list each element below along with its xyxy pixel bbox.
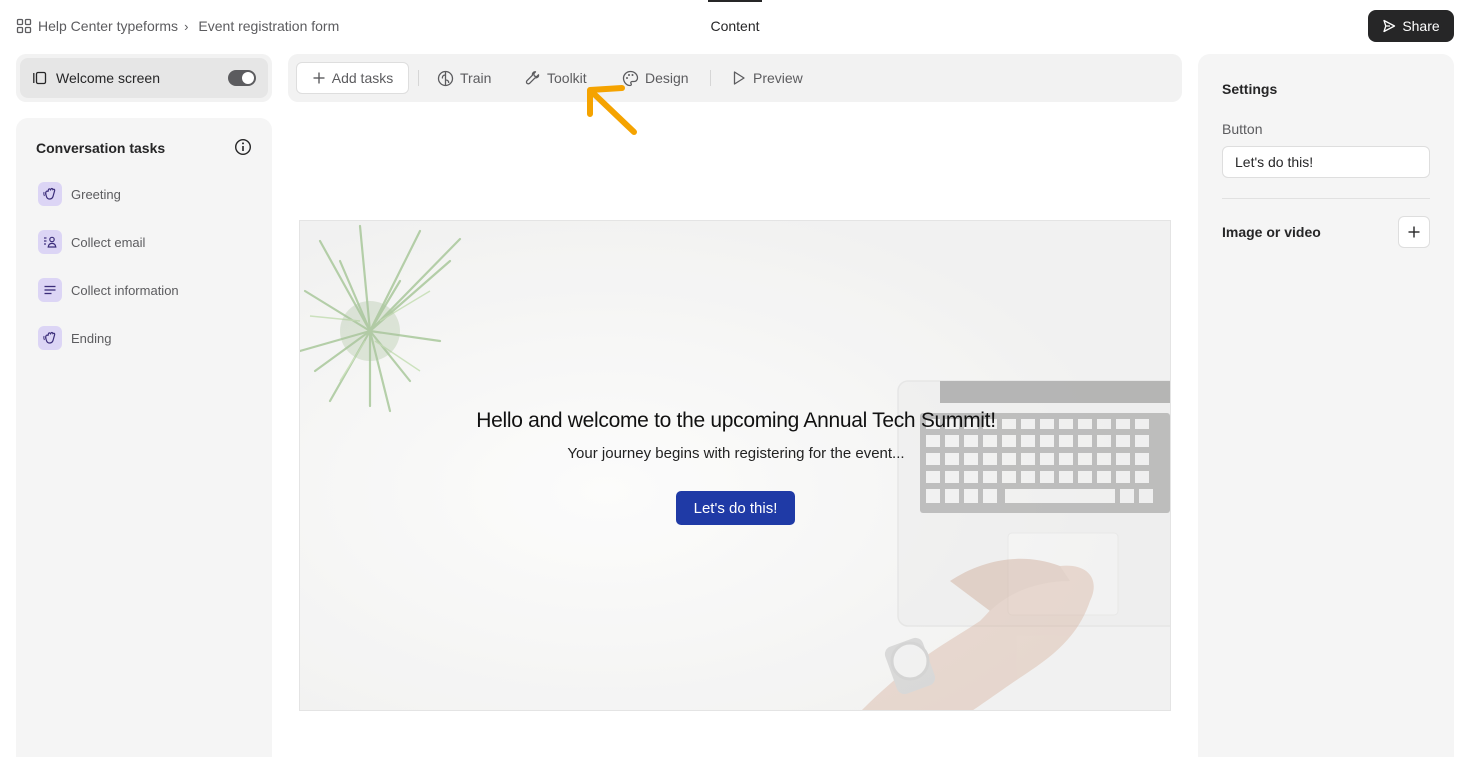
task-item-label: Greeting xyxy=(71,186,121,202)
contact-card-icon xyxy=(38,230,62,254)
wave-hand-icon xyxy=(38,182,62,206)
lines-icon xyxy=(38,278,62,302)
design-label: Design xyxy=(645,70,689,86)
grid-icon xyxy=(16,18,32,34)
toolbar-divider xyxy=(710,70,711,86)
task-item-collect-information[interactable]: Collect information xyxy=(38,277,179,303)
task-item-label: Ending xyxy=(71,330,112,346)
background-photo xyxy=(300,221,1170,710)
welcome-start-button[interactable]: Let's do this! xyxy=(676,491,795,525)
chevron-right-icon: › xyxy=(184,18,189,34)
settings-divider xyxy=(1222,198,1430,199)
welcome-screen-icon xyxy=(33,71,47,85)
train-button[interactable]: Train xyxy=(437,62,491,94)
share-label: Share xyxy=(1402,18,1440,34)
welcome-screen-toggle[interactable] xyxy=(228,70,256,86)
image-or-video-label: Image or video xyxy=(1222,224,1321,240)
plus-icon xyxy=(1408,226,1420,238)
welcome-title: Hello and welcome to the upcoming Annual… xyxy=(476,409,996,432)
button-text-input[interactable] xyxy=(1222,146,1430,178)
task-item-greeting[interactable]: Greeting xyxy=(38,181,121,207)
plus-icon xyxy=(313,72,325,84)
conversation-tasks-panel: Conversation tasks Greeting Collect emai… xyxy=(16,118,272,757)
preview-label: Preview xyxy=(753,70,803,86)
task-item-label: Collect information xyxy=(71,282,179,298)
breadcrumb: Help Center typeforms › Event registrati… xyxy=(16,16,339,36)
add-media-button[interactable] xyxy=(1398,216,1430,248)
task-item-label: Collect email xyxy=(71,234,146,250)
share-button[interactable]: Share xyxy=(1368,10,1454,42)
toolbar-divider xyxy=(418,70,419,86)
brain-icon xyxy=(437,70,454,86)
add-tasks-label: Add tasks xyxy=(331,70,394,86)
preview-button[interactable]: Preview xyxy=(731,62,803,94)
train-label: Train xyxy=(460,70,492,86)
send-icon xyxy=(1383,19,1396,33)
annotation-arrow-icon xyxy=(587,85,637,135)
top-bar: Help Center typeforms › Event registrati… xyxy=(0,0,1470,52)
wrench-icon xyxy=(525,71,540,85)
play-icon xyxy=(733,71,745,85)
welcome-screen-item[interactable]: Welcome screen xyxy=(20,58,268,98)
conversation-tasks-title: Conversation tasks xyxy=(36,140,166,156)
task-item-ending[interactable]: Ending xyxy=(38,325,111,351)
settings-title: Settings xyxy=(1222,81,1278,97)
welcome-screen-card: Welcome screen xyxy=(16,54,272,102)
info-icon[interactable] xyxy=(234,138,252,156)
welcome-subtitle: Your journey begins with registering for… xyxy=(567,445,905,462)
welcome-screen-label: Welcome screen xyxy=(56,70,161,86)
add-tasks-button[interactable]: Add tasks xyxy=(296,62,409,94)
welcome-screen-preview: Hello and welcome to the upcoming Annual… xyxy=(299,220,1171,711)
settings-panel: Settings Button Image or video xyxy=(1198,54,1454,757)
breadcrumb-workspace[interactable]: Help Center typeforms xyxy=(38,18,178,34)
tab-content[interactable]: Content xyxy=(708,0,762,40)
button-setting-label: Button xyxy=(1222,121,1263,137)
breadcrumb-form[interactable]: Event registration form xyxy=(198,18,339,34)
wave-hand-icon xyxy=(38,326,62,350)
editor-toolbar: Add tasks Train Toolkit Design Preview xyxy=(288,54,1182,102)
task-item-collect-email[interactable]: Collect email xyxy=(38,229,145,255)
